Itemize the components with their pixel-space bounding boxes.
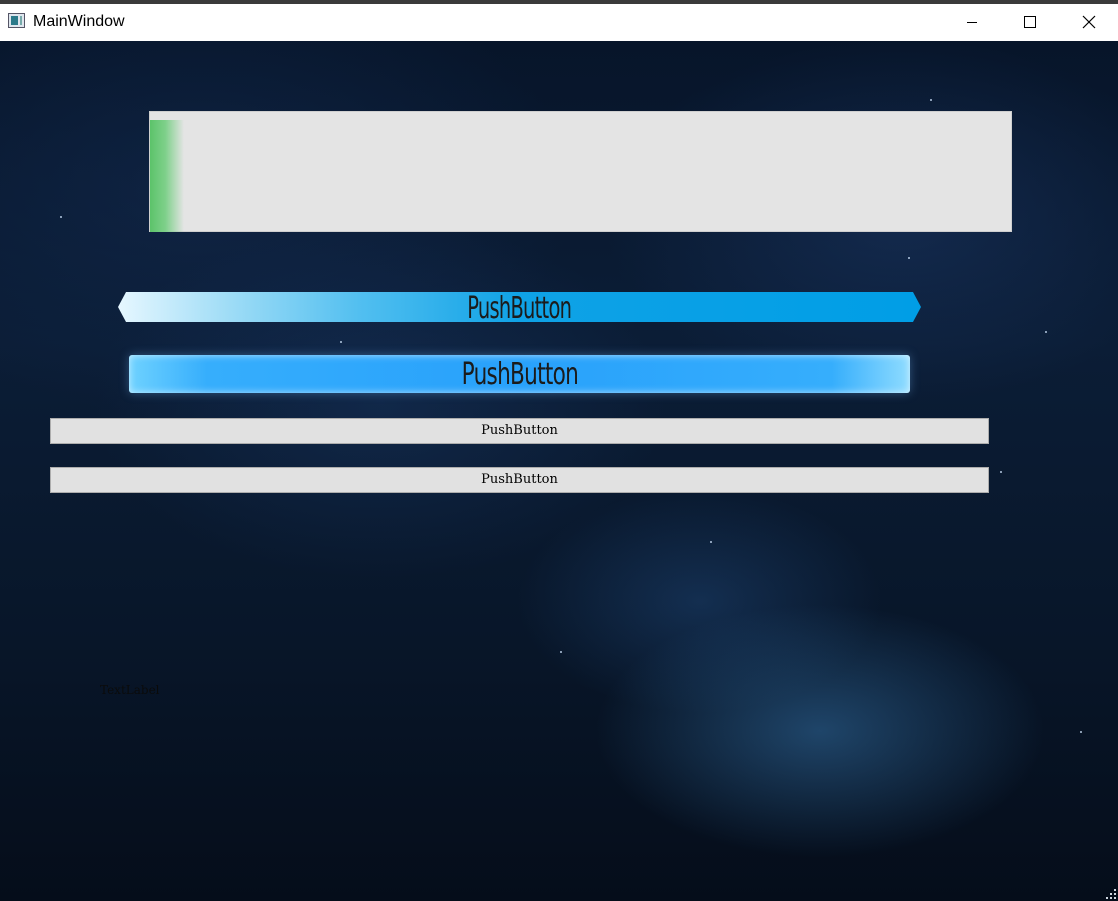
star (1045, 331, 1047, 333)
text-label: TextLabel (100, 683, 160, 697)
star (560, 651, 562, 653)
maximize-icon (1024, 16, 1036, 28)
progress-bar (149, 111, 1012, 232)
client-area-starfield-background: PushButton PushButton PushButton PushBut… (0, 41, 1118, 901)
star (340, 341, 342, 343)
star (60, 216, 62, 218)
app-icon (8, 13, 25, 28)
progress-bar-fill (150, 120, 184, 232)
push-button-plain-1[interactable]: PushButton (50, 418, 989, 444)
push-button-label: PushButton (461, 357, 578, 392)
size-grip-icon[interactable] (1106, 889, 1116, 899)
minimize-icon (967, 22, 977, 23)
close-icon (1082, 15, 1096, 29)
push-button-plain-2[interactable]: PushButton (50, 467, 989, 493)
star (930, 99, 932, 101)
close-button[interactable] (1060, 4, 1118, 41)
title-bar[interactable]: MainWindow (0, 4, 1118, 41)
maximize-button[interactable] (1001, 4, 1059, 41)
push-button-label: PushButton (467, 291, 573, 326)
star (1080, 731, 1082, 733)
window-title: MainWindow (33, 13, 125, 30)
push-button-cyan-gradient[interactable]: PushButton (118, 292, 921, 322)
main-window: MainWindow PushButton PushButton PushBut… (0, 0, 1118, 901)
star (710, 541, 712, 543)
star (1000, 471, 1002, 473)
star (908, 257, 910, 259)
push-button-blue-glow[interactable]: PushButton (129, 355, 910, 393)
minimize-button[interactable] (943, 4, 1001, 41)
